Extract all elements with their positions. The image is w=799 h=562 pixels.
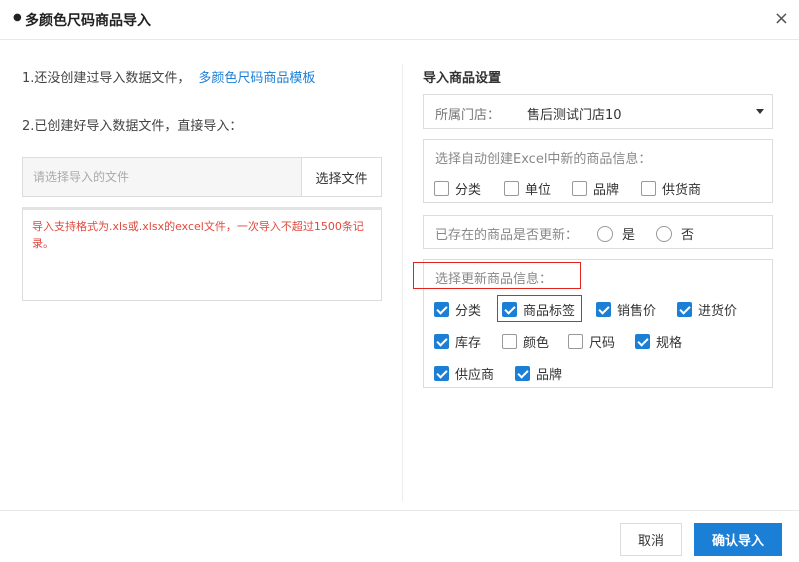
checkbox-icon (568, 334, 583, 349)
update-brand-checkbox[interactable]: 品牌 (515, 364, 562, 383)
auto-create-title: 选择自动创建Excel中新的商品信息： (435, 152, 652, 167)
checkbox-checked-icon (596, 302, 611, 317)
checkbox-icon (502, 334, 517, 349)
checkbox-icon (504, 181, 519, 196)
dialog-title-bar: ● 多颜色尺码商品导入 × (0, 0, 799, 40)
update-spec-checkbox[interactable]: 规格 (635, 332, 682, 351)
store-value: 售后测试门店10 (527, 108, 622, 123)
checkbox-checked-icon (515, 366, 530, 381)
update-purchase-price-checkbox[interactable]: 进货价 (677, 300, 737, 319)
dialog-footer: 取消 确认导入 (0, 510, 799, 562)
checkbox-checked-icon (635, 334, 650, 349)
cancel-button[interactable]: 取消 (620, 523, 682, 556)
auto-create-supplier-checkbox[interactable]: 供货商 (641, 179, 701, 198)
store-select[interactable]: 所属门店： 售后测试门店10 (423, 94, 773, 129)
caret-down-icon (756, 109, 764, 114)
settings-title: 导入商品设置 (423, 71, 502, 86)
import-notice: 导入支持格式为.xls或.xlsx的excel文件，一次导入不超过1500条记录… (22, 207, 382, 301)
checkbox-icon (572, 181, 587, 196)
auto-create-unit-checkbox[interactable]: 单位 (504, 179, 551, 198)
confirm-import-button[interactable]: 确认导入 (694, 523, 782, 556)
checkbox-checked-icon (677, 302, 692, 317)
step2-text: 2.已创建好导入数据文件，直接导入： (22, 119, 243, 134)
radio-icon (597, 225, 613, 242)
update-no-radio[interactable]: 否 (656, 224, 694, 243)
checkbox-icon (434, 181, 449, 196)
checkbox-checked-icon (434, 302, 449, 317)
title-bullet-icon: ● (13, 12, 22, 23)
file-import-pane: 1.还没创建过导入数据文件， 多颜色尺码商品模板 2.已创建好导入数据文件，直接导… (0, 40, 402, 510)
update-sale-price-checkbox[interactable]: 销售价 (596, 300, 656, 319)
update-yes-radio[interactable]: 是 (597, 224, 635, 243)
highlight-tag-outline (497, 295, 582, 322)
update-category-checkbox[interactable]: 分类 (434, 300, 481, 319)
auto-create-box: 选择自动创建Excel中新的商品信息： 分类 单位 品牌 供货商 (423, 139, 773, 203)
dialog-title: 多颜色尺码商品导入 (25, 13, 151, 29)
checkbox-icon (641, 181, 656, 196)
update-supplier-checkbox[interactable]: 供应商 (434, 364, 494, 383)
update-stock-checkbox[interactable]: 库存 (434, 332, 481, 351)
update-color-checkbox[interactable]: 颜色 (502, 332, 549, 351)
store-label: 所属门店： (435, 108, 501, 123)
checkbox-checked-icon (434, 366, 449, 381)
auto-create-category-checkbox[interactable]: 分类 (434, 179, 481, 198)
close-icon[interactable]: × (774, 9, 789, 29)
choose-file-button[interactable]: 选择文件 (301, 157, 382, 197)
update-existing-label: 已存在的商品是否更新： (435, 228, 579, 243)
update-size-checkbox[interactable]: 尺码 (568, 332, 615, 351)
checkbox-checked-icon (434, 334, 449, 349)
radio-icon (656, 225, 672, 242)
highlight-update-title-outline (413, 262, 581, 289)
step1-text: 1.还没创建过导入数据文件， (22, 71, 191, 86)
auto-create-brand-checkbox[interactable]: 品牌 (572, 179, 619, 198)
file-path-input[interactable] (22, 157, 302, 197)
update-existing-box: 已存在的商品是否更新： 是 否 (423, 215, 773, 249)
pane-divider (402, 64, 403, 501)
template-download-link[interactable]: 多颜色尺码商品模板 (198, 71, 315, 86)
step1-line: 1.还没创建过导入数据文件， 多颜色尺码商品模板 (22, 67, 315, 86)
